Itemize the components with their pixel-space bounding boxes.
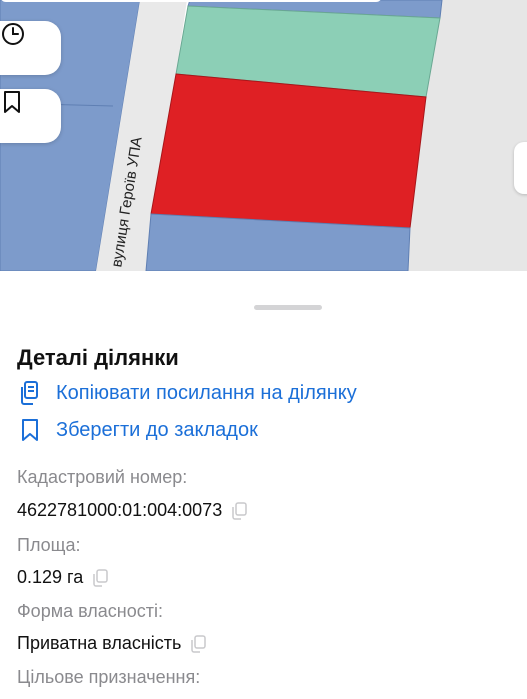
ownership-value: Приватна власність xyxy=(17,633,182,653)
bookmarks-button[interactable] xyxy=(0,89,61,143)
purpose-label: Цільове призначення: xyxy=(17,667,201,687)
bookmark-icon xyxy=(4,91,20,113)
details-sheet: Деталі ділянки Копіювати посилання на ді… xyxy=(0,271,527,699)
copy-icon[interactable] xyxy=(91,568,109,587)
ownership-row: Приватна власність xyxy=(17,633,207,654)
map-view[interactable]: вулиця Героїв УПА xyxy=(0,0,527,271)
selected-parcel[interactable] xyxy=(150,73,427,229)
area-value: 0.129 га xyxy=(17,567,84,587)
area-row: 0.129 га xyxy=(17,567,109,588)
copy-link-button[interactable]: Копіювати посилання на ділянку xyxy=(17,378,357,408)
ownership-label: Форма власності: xyxy=(17,601,163,621)
bookmark-icon xyxy=(17,417,43,443)
history-button[interactable] xyxy=(0,21,61,75)
copy-icon[interactable] xyxy=(230,501,248,520)
cadastral-number-label: Кадастровий номер: xyxy=(17,467,188,487)
sheet-title: Деталі ділянки xyxy=(17,345,179,370)
sheet-grabber[interactable] xyxy=(254,305,322,310)
cadastral-number-row: 4622781000:01:004:0073 xyxy=(17,500,248,521)
map-canvas[interactable] xyxy=(0,0,527,271)
copy-link-label: Копіювати посилання на ділянку xyxy=(56,381,357,404)
save-bookmark-label: Зберегти до закладок xyxy=(56,418,258,441)
area-label: Площа: xyxy=(17,535,81,555)
copy-icon[interactable] xyxy=(189,634,207,653)
clock-icon xyxy=(2,23,24,45)
save-bookmark-button[interactable]: Зберегти до закладок xyxy=(17,415,258,445)
copy-icon xyxy=(17,380,43,406)
side-panel-handle[interactable] xyxy=(514,142,527,194)
cadastral-number-value: 4622781000:01:004:0073 xyxy=(17,500,223,520)
